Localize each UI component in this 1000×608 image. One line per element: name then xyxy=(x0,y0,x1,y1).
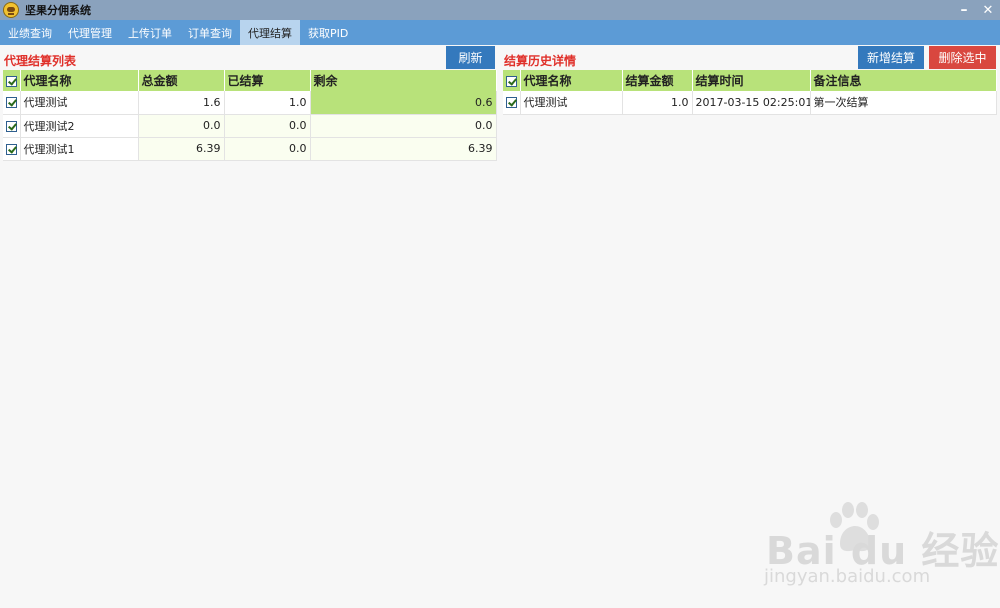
tab-performance-query[interactable]: 业绩查询 xyxy=(0,20,60,45)
table-header-row: 代理名称 结算金额 结算时间 备注信息 xyxy=(503,70,997,91)
row-checkbox[interactable] xyxy=(6,120,17,132)
agent-name-cell: 代理测试 xyxy=(520,91,623,115)
column-header[interactable]: 剩余 xyxy=(310,70,497,91)
select-all-checkbox[interactable] xyxy=(6,75,17,87)
table-row[interactable]: 代理测试2 0.0 0.0 0.0 xyxy=(3,114,497,138)
tab-bar: 业绩查询 代理管理 上传订单 订单查询 代理结算 获取PID xyxy=(0,20,1000,45)
remaining-cell: 0.0 xyxy=(310,114,497,138)
column-header[interactable]: 代理名称 xyxy=(20,70,139,91)
app-logo-icon xyxy=(3,2,19,18)
right-panel-title: 结算历史详情 xyxy=(504,54,577,68)
window-title: 坚果分佣系统 xyxy=(25,4,91,17)
left-panel-title: 代理结算列表 xyxy=(4,54,77,68)
table-row[interactable]: 代理测试 1.0 2017-03-15 02:25:01 第一次结算 xyxy=(503,91,997,115)
settlement-history-table: 代理名称 结算金额 结算时间 备注信息 代理测试 1.0 2017-03-15 … xyxy=(503,70,997,115)
title-bar: 坚果分佣系统 xyxy=(0,0,1000,20)
amount-cell: 1.0 xyxy=(622,91,693,115)
time-cell: 2017-03-15 02:25:01 xyxy=(692,91,811,115)
column-header[interactable]: 代理名称 xyxy=(520,70,623,91)
settled-cell: 0.0 xyxy=(224,114,311,138)
remaining-cell: 6.39 xyxy=(310,137,497,161)
row-checkbox[interactable] xyxy=(506,97,517,109)
add-settlement-button[interactable]: 新增结算 xyxy=(858,46,924,69)
row-select-cell xyxy=(3,137,21,161)
table-row[interactable]: 代理测试 1.6 1.0 0.6 xyxy=(3,91,497,115)
tab-agent-settlement[interactable]: 代理结算 xyxy=(240,20,300,45)
note-cell: 第一次结算 xyxy=(810,91,997,115)
watermark-url: jingyan.baidu.com xyxy=(764,566,931,587)
tab-agent-management[interactable]: 代理管理 xyxy=(60,20,120,45)
column-header[interactable]: 备注信息 xyxy=(810,70,997,91)
tab-upload-order[interactable]: 上传订单 xyxy=(120,20,180,45)
row-select-cell xyxy=(3,114,21,138)
select-all-checkbox[interactable] xyxy=(506,75,517,87)
row-checkbox[interactable] xyxy=(6,143,17,155)
agent-name-cell: 代理测试1 xyxy=(20,137,139,161)
row-checkbox[interactable] xyxy=(6,97,17,109)
settlement-list-table: 代理名称 总金额 已结算 剩余 代理测试 1.6 1.0 0.6 代理测试2 0… xyxy=(3,70,497,161)
tab-get-pid[interactable]: 获取PID xyxy=(300,20,356,45)
table-row[interactable]: 代理测试1 6.39 0.0 6.39 xyxy=(3,137,497,161)
refresh-button[interactable]: 刷新 xyxy=(446,46,495,69)
remaining-cell: 0.6 xyxy=(310,91,497,115)
settled-cell: 1.0 xyxy=(224,91,311,115)
total-cell: 6.39 xyxy=(138,137,225,161)
close-button[interactable]: ✕ xyxy=(976,0,1000,20)
tab-order-query[interactable]: 订单查询 xyxy=(180,20,240,45)
agent-name-cell: 代理测试2 xyxy=(20,114,139,138)
row-select-cell xyxy=(503,91,521,115)
select-all-cell xyxy=(3,70,21,91)
column-header[interactable]: 结算金额 xyxy=(622,70,693,91)
table-header-row: 代理名称 总金额 已结算 剩余 xyxy=(3,70,497,91)
delete-selected-button[interactable]: 删除选中 xyxy=(929,46,996,69)
select-all-cell xyxy=(503,70,521,91)
column-header[interactable]: 结算时间 xyxy=(692,70,811,91)
minimize-button[interactable]: – xyxy=(952,0,976,20)
total-cell: 1.6 xyxy=(138,91,225,115)
agent-name-cell: 代理测试 xyxy=(20,91,139,115)
column-header[interactable]: 已结算 xyxy=(224,70,311,91)
column-header[interactable]: 总金额 xyxy=(138,70,225,91)
total-cell: 0.0 xyxy=(138,114,225,138)
settled-cell: 0.0 xyxy=(224,137,311,161)
row-select-cell xyxy=(3,91,21,115)
